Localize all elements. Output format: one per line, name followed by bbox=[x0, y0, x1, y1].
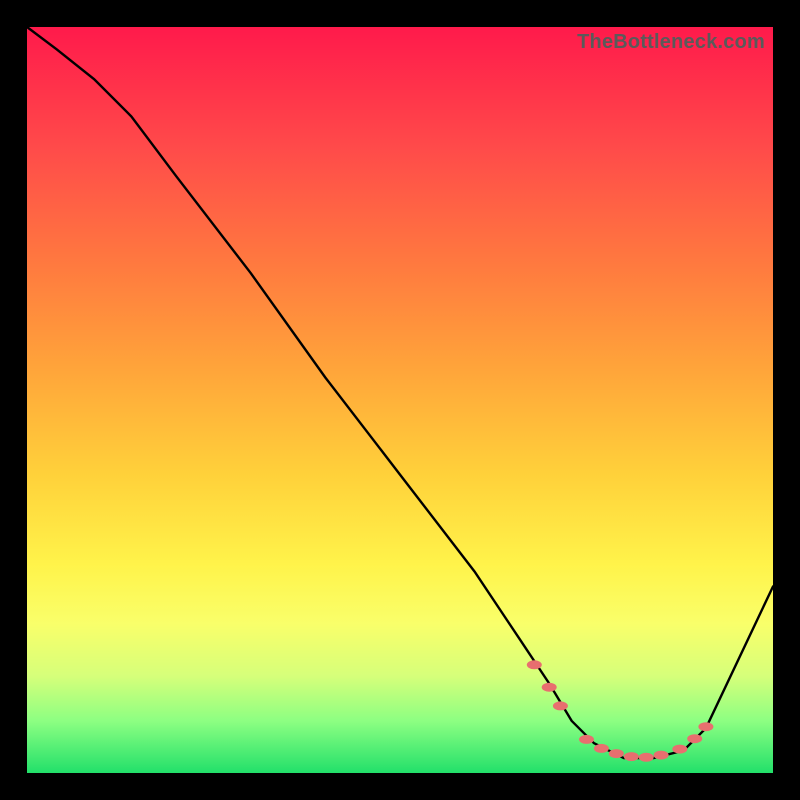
curve-marker bbox=[698, 722, 713, 731]
marker-group bbox=[527, 660, 714, 762]
curve-marker bbox=[609, 749, 624, 758]
bottleneck-curve-path bbox=[27, 27, 773, 758]
curve-marker bbox=[624, 752, 639, 761]
curve-marker bbox=[527, 660, 542, 669]
curve-marker bbox=[654, 751, 669, 760]
curve-marker bbox=[553, 701, 568, 710]
plot-area: TheBottleneck.com bbox=[27, 27, 773, 773]
chart-stage: TheBottleneck.com bbox=[0, 0, 800, 800]
curve-marker bbox=[639, 753, 654, 762]
curve-marker bbox=[672, 745, 687, 754]
curve-marker bbox=[542, 683, 557, 692]
curve-layer bbox=[27, 27, 773, 773]
curve-marker bbox=[687, 734, 702, 743]
curve-marker bbox=[594, 744, 609, 753]
curve-marker bbox=[579, 735, 594, 744]
